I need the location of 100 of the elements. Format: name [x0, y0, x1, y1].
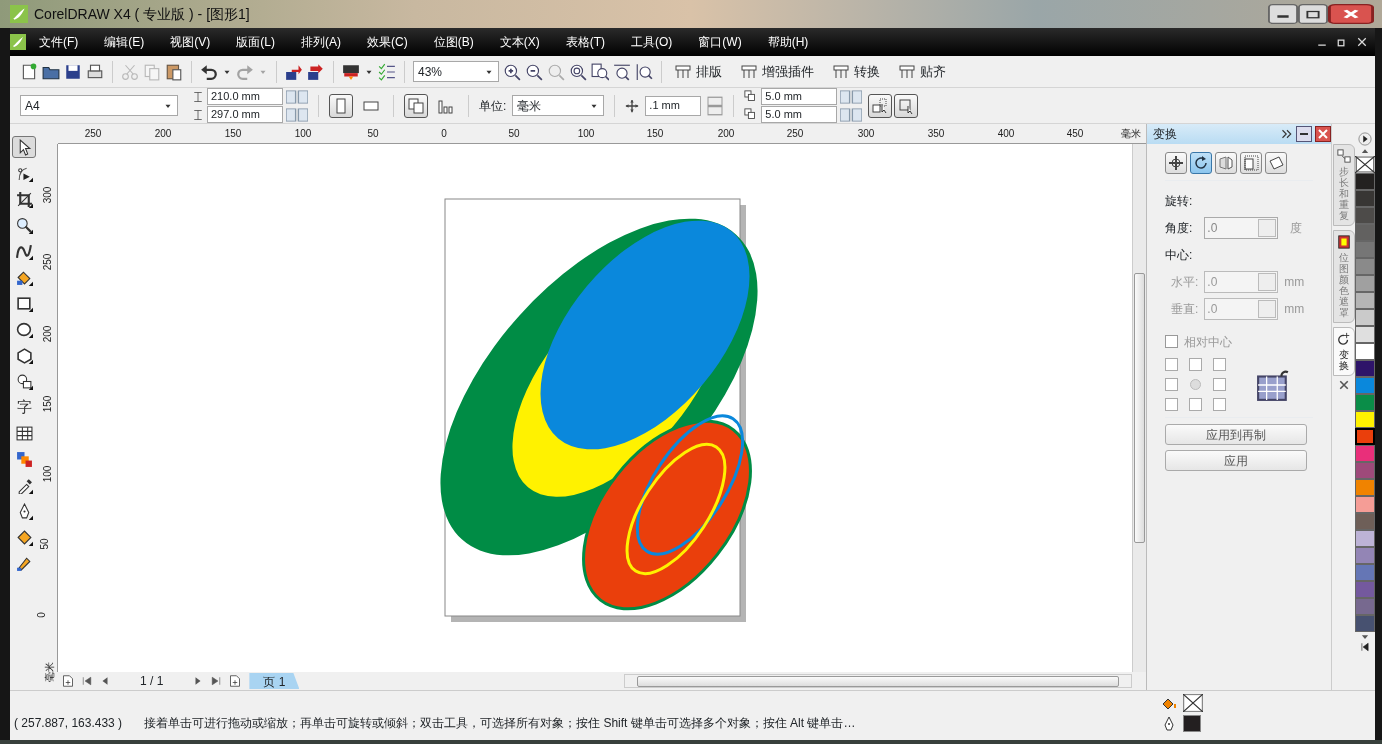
- menu-item[interactable]: 文本(X): [486, 33, 553, 51]
- tool-button[interactable]: 字: [12, 396, 36, 418]
- paper-size-dropdown[interactable]: A4: [20, 95, 178, 116]
- page-layout-button[interactable]: [404, 93, 428, 118]
- apply-button[interactable]: 应用到再制: [1165, 424, 1307, 445]
- size-field[interactable]: 297.0 mm: [207, 106, 283, 123]
- color-swatch[interactable]: [1355, 173, 1375, 190]
- add-page-icon[interactable]: [229, 675, 242, 687]
- zoom-out-icon[interactable]: [525, 62, 543, 81]
- menu-item[interactable]: 帮助(H): [754, 33, 822, 51]
- mode-button[interactable]: [1165, 152, 1187, 174]
- close-button[interactable]: [1315, 126, 1331, 142]
- restore-button[interactable]: [1298, 4, 1328, 24]
- publish-icon[interactable]: [342, 62, 360, 81]
- close-button[interactable]: [1328, 4, 1374, 24]
- zoom-icon[interactable]: [569, 62, 587, 81]
- spin-buttons-icon[interactable]: [840, 107, 863, 122]
- new-document-icon[interactable]: [20, 62, 38, 81]
- select-mode-button[interactable]: [894, 93, 919, 118]
- spin-buttons-icon[interactable]: [840, 89, 863, 104]
- play-icon[interactable]: [1358, 132, 1372, 146]
- color-swatch[interactable]: [1355, 190, 1375, 207]
- color-swatch[interactable]: [1355, 564, 1375, 581]
- toolbar-button[interactable]: 排版: [670, 61, 732, 82]
- tool-button[interactable]: [12, 136, 36, 158]
- color-swatch[interactable]: [1355, 224, 1375, 241]
- toolbar-button[interactable]: 转换: [828, 61, 890, 82]
- color-swatch[interactable]: [1355, 462, 1375, 479]
- undo-icon[interactable]: [200, 62, 218, 81]
- save-icon[interactable]: [64, 62, 82, 81]
- menu-item[interactable]: 文件(F): [26, 33, 92, 51]
- color-swatch[interactable]: [1355, 292, 1375, 309]
- docker-tab[interactable]: 位图颜色遮罩: [1332, 230, 1355, 323]
- color-swatch[interactable]: [1355, 428, 1375, 445]
- color-swatch[interactable]: [1355, 615, 1375, 632]
- minimize-button[interactable]: [1268, 4, 1298, 24]
- color-swatch[interactable]: [1355, 343, 1375, 360]
- previous-page-icon[interactable]: [100, 676, 110, 686]
- last-page-icon[interactable]: [211, 676, 222, 686]
- color-swatch[interactable]: [1355, 326, 1375, 343]
- horizontal-scrollbar[interactable]: [624, 674, 1132, 688]
- size-field[interactable]: 210.0 mm: [207, 88, 283, 105]
- select-mode-button[interactable]: [868, 93, 893, 118]
- restore-icon[interactable]: [1337, 37, 1347, 47]
- mode-button[interactable]: [1240, 152, 1262, 174]
- scroll-thumb[interactable]: [637, 675, 1119, 687]
- nudge-field[interactable]: .1 mm: [645, 95, 702, 116]
- menu-item[interactable]: 工具(O): [618, 33, 686, 51]
- spin-buttons-icon[interactable]: [286, 107, 308, 122]
- color-swatch[interactable]: [1355, 258, 1375, 275]
- no-color-swatch[interactable]: [1355, 156, 1375, 173]
- unit-dropdown[interactable]: 毫米: [512, 95, 605, 116]
- color-swatch[interactable]: [1355, 241, 1375, 258]
- color-swatch[interactable]: [1355, 360, 1375, 377]
- color-swatch[interactable]: [1355, 445, 1375, 462]
- first-page-icon[interactable]: [82, 676, 92, 686]
- menu-item[interactable]: 效果(C): [354, 33, 421, 51]
- color-swatch[interactable]: [1355, 479, 1375, 496]
- apply-button[interactable]: 应用: [1165, 450, 1307, 471]
- color-swatch[interactable]: [1355, 581, 1375, 598]
- duplicate-distance-field[interactable]: 5.0 mm: [761, 106, 838, 123]
- color-swatch[interactable]: [1355, 496, 1375, 513]
- color-swatch[interactable]: [1355, 275, 1375, 292]
- color-swatch[interactable]: [1355, 598, 1375, 615]
- printer-icon[interactable]: [86, 62, 104, 81]
- menu-item[interactable]: 排列(A): [288, 33, 354, 51]
- orientation-button[interactable]: [329, 93, 353, 118]
- menu-item[interactable]: 版面(L): [223, 33, 288, 51]
- checkbox[interactable]: [1165, 335, 1178, 348]
- menu-item[interactable]: 编辑(E): [91, 33, 158, 51]
- mode-button[interactable]: [1190, 152, 1212, 174]
- checklist-icon[interactable]: [378, 62, 396, 81]
- zoom-page-icon[interactable]: [591, 62, 609, 81]
- toolbar-button[interactable]: 贴齐: [894, 61, 956, 82]
- zoom-height-icon[interactable]: [635, 62, 653, 81]
- expand-icon[interactable]: [1281, 128, 1293, 140]
- page-tab[interactable]: 页 1: [249, 673, 300, 689]
- color-swatch[interactable]: [1355, 411, 1375, 428]
- spin-buttons-icon[interactable]: [286, 89, 308, 104]
- color-swatch[interactable]: [1355, 309, 1375, 326]
- add-page-icon[interactable]: [62, 675, 74, 687]
- duplicate-distance-field[interactable]: 5.0 mm: [761, 88, 838, 105]
- zoom-dropdown[interactable]: 43%: [413, 61, 499, 82]
- collapse-icon[interactable]: [1360, 642, 1370, 652]
- scroll-thumb[interactable]: [1134, 273, 1145, 543]
- zoom-in-icon[interactable]: [503, 62, 521, 81]
- clipboard-icon[interactable]: [165, 62, 183, 81]
- color-swatch[interactable]: [1355, 513, 1375, 530]
- color-swatch[interactable]: [1355, 547, 1375, 564]
- color-swatch[interactable]: [1355, 377, 1375, 394]
- docker-tab[interactable]: 步长和重复: [1332, 144, 1355, 226]
- close-icon[interactable]: [1338, 380, 1349, 390]
- menu-item[interactable]: 窗口(W): [685, 33, 755, 51]
- menu-item[interactable]: 表格(T): [552, 33, 618, 51]
- color-swatch[interactable]: [1355, 207, 1375, 224]
- toolbar-button[interactable]: 增强插件: [736, 61, 824, 82]
- zoom-width-icon[interactable]: [613, 62, 631, 81]
- menu-item[interactable]: 位图(B): [420, 33, 487, 51]
- menu-item[interactable]: 视图(V): [157, 33, 224, 51]
- docker-tab[interactable]: 变换: [1332, 327, 1355, 376]
